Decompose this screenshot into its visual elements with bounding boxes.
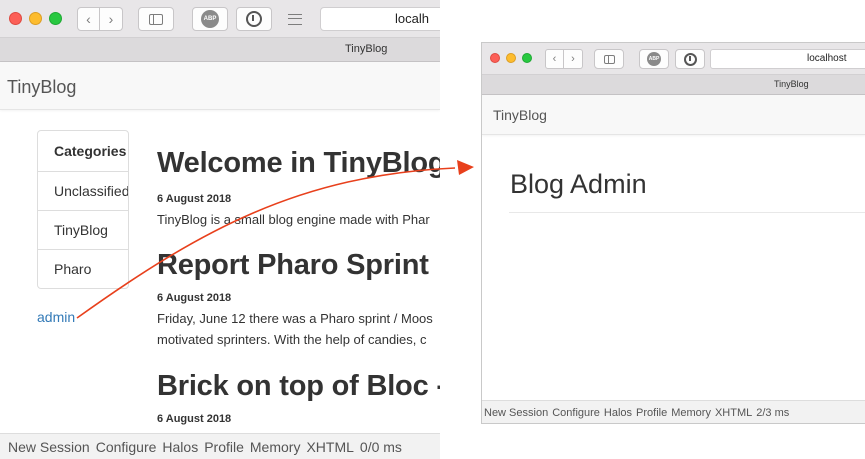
site-brand[interactable]: TinyBlog <box>493 107 547 123</box>
zoom-window-button[interactable] <box>49 12 62 25</box>
reader-icon <box>288 13 302 25</box>
address-bar[interactable]: localhost <box>710 49 865 69</box>
categories-heading: Categories <box>54 143 127 159</box>
category-item-unclassified[interactable]: Unclassified <box>38 171 128 210</box>
page-title: Blog Admin <box>510 169 647 199</box>
forward-button[interactable]: › <box>564 49 583 69</box>
reader-button[interactable] <box>280 7 310 31</box>
post-date: 6 August 2018 <box>157 292 232 304</box>
sidebar-icon <box>149 13 163 25</box>
memory-link[interactable]: Memory <box>671 407 711 419</box>
close-window-button[interactable] <box>9 12 22 25</box>
privacy-button[interactable] <box>675 49 705 69</box>
site-navbar: TinyBlog <box>482 95 865 135</box>
halos-link[interactable]: Halos <box>162 439 198 455</box>
tab-title[interactable]: TinyBlog <box>345 43 387 55</box>
new-session-link[interactable]: New Session <box>8 439 90 455</box>
arrow-head <box>457 160 474 175</box>
tab-bar: TinyBlog <box>0 38 440 62</box>
sidebar-toggle-button[interactable] <box>594 49 624 69</box>
post-text: motivated sprinters. With the help of ca… <box>157 332 427 347</box>
admin-browser-window: ‹ › ABP localhost TinyBlog TinyBlog Blog… <box>481 42 865 424</box>
tab-bar: TinyBlog <box>482 75 865 95</box>
halos-link[interactable]: Halos <box>604 407 632 419</box>
profile-link[interactable]: Profile <box>204 439 244 455</box>
configure-link[interactable]: Configure <box>552 407 600 419</box>
adblock-button[interactable]: ABP <box>639 49 669 69</box>
close-window-button[interactable] <box>490 53 500 63</box>
tab-title[interactable]: TinyBlog <box>774 79 809 89</box>
xhtml-link[interactable]: XHTML <box>715 407 752 419</box>
sidebar-icon <box>603 54 615 64</box>
xhtml-link[interactable]: XHTML <box>306 439 353 455</box>
post-title[interactable]: Welcome in TinyBlog <box>157 147 440 180</box>
render-time: 0/0 ms <box>359 438 402 455</box>
category-item-pharo[interactable]: Pharo <box>38 249 128 288</box>
post-title[interactable]: Brick on top of Bloc - <box>157 370 440 403</box>
main-browser-window: ‹ › ABP localh TinyBlog TinyBlog Categor… <box>0 0 440 459</box>
categories-panel: Categories Unclassified TinyBlog Pharo <box>37 130 129 289</box>
new-session-link[interactable]: New Session <box>484 407 548 419</box>
adblock-button[interactable]: ABP <box>192 7 228 31</box>
configure-link[interactable]: Configure <box>96 439 157 455</box>
abp-icon: ABP <box>647 52 661 66</box>
profile-link[interactable]: Profile <box>636 407 667 419</box>
chevron-right-icon: › <box>571 53 575 65</box>
address-bar[interactable]: localh <box>320 7 440 31</box>
memory-link[interactable]: Memory <box>250 439 301 455</box>
abp-icon: ABP <box>201 10 219 28</box>
browser-toolbar: ‹ › ABP localh <box>0 0 440 38</box>
post-text: Friday, June 12 there was a Pharo sprint… <box>157 311 433 326</box>
chevron-left-icon: ‹ <box>552 53 557 65</box>
seaside-toolbar: New Session Configure Halos Profile Memo… <box>0 433 440 459</box>
back-button[interactable]: ‹ <box>77 7 100 31</box>
back-button[interactable]: ‹ <box>545 49 564 69</box>
post-date: 6 August 2018 <box>157 193 232 205</box>
info-icon <box>246 11 262 27</box>
zoom-window-button[interactable] <box>522 53 532 63</box>
seaside-toolbar: New Session Configure Halos Profile Memo… <box>482 400 865 423</box>
sidebar-toggle-button[interactable] <box>138 7 174 31</box>
post-date: 6 August 2018 <box>157 413 232 425</box>
forward-button[interactable]: › <box>100 7 123 31</box>
post-text: TinyBlog is a small blog engine made wit… <box>157 212 430 227</box>
minimize-window-button[interactable] <box>506 53 516 63</box>
privacy-button[interactable] <box>236 7 272 31</box>
site-navbar: TinyBlog <box>0 62 440 110</box>
admin-link[interactable]: admin <box>37 309 75 325</box>
render-time: 2/3 ms <box>756 407 790 419</box>
category-item-tinyblog[interactable]: TinyBlog <box>38 210 128 249</box>
url-text: localhost <box>807 53 847 64</box>
title-divider <box>509 212 865 213</box>
url-text: localh <box>395 11 429 26</box>
site-brand[interactable]: TinyBlog <box>7 77 76 98</box>
chevron-right-icon: › <box>108 11 114 27</box>
info-icon <box>683 52 697 66</box>
post-title[interactable]: Report Pharo Sprint <box>157 249 429 282</box>
browser-toolbar: ‹ › ABP localhost <box>482 43 865 75</box>
chevron-left-icon: ‹ <box>86 11 91 27</box>
minimize-window-button[interactable] <box>29 12 42 25</box>
